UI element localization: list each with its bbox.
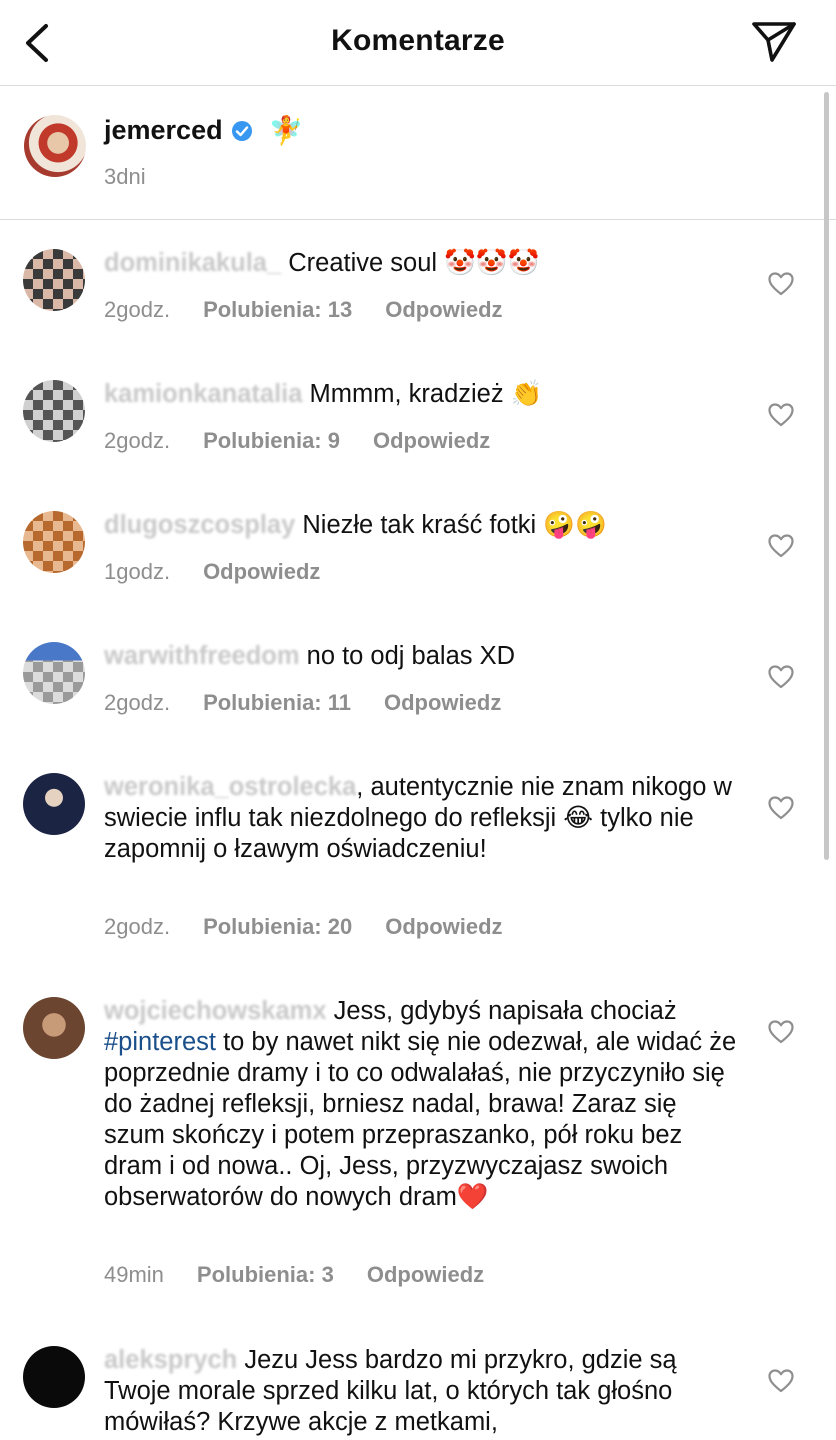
reply-button[interactable]: Odpowiedz [203,559,320,585]
reply-button[interactable]: Odpowiedz [367,1262,484,1288]
top-bar: Komentarze [0,0,836,86]
comment-username[interactable]: warwithfreedom [104,642,300,670]
comment-time: 2godz. [104,690,171,715]
comment-time: 49min [104,1262,164,1287]
comment-text: Mmmm, kradzież 👏 [302,380,543,408]
fairy-emoji: 🧚 [268,115,304,146]
avatar[interactable] [23,997,85,1059]
reply-button[interactable]: Odpowiedz [385,297,502,323]
comment: aleksprych Jezu Jess bardzo mi przykro, … [0,1317,836,1437]
avatar[interactable] [23,380,85,442]
heart-icon[interactable] [768,665,794,689]
comment-username[interactable]: weronika_ostrolecka [104,773,356,801]
comment: dlugoszcosplay Niezłe tak kraść fotki 🤪🤪… [0,482,836,613]
heart-icon[interactable] [768,403,794,427]
scrollbar[interactable] [824,92,829,860]
comment-text: Creative soul 🤡🤡🤡 [281,249,540,277]
comment-text: Jess, gdybyś napisała chociaż [326,997,677,1025]
likes-count[interactable]: Polubienia: 9 [203,428,340,454]
likes-count[interactable]: Polubienia: 3 [197,1262,334,1288]
comment-username[interactable]: kamionkanatalia [104,380,302,408]
likes-count[interactable]: Polubienia: 11 [203,690,351,716]
avatar[interactable] [23,511,85,573]
comment-time: 2godz. [104,297,171,322]
comment-time: 2godz. [104,428,171,453]
post-username[interactable]: jemerced [104,115,223,146]
comment-time: 1godz. [104,559,171,584]
heart-icon[interactable] [768,534,794,558]
verified-badge-icon [231,120,252,141]
paper-plane-icon[interactable] [750,20,798,64]
comment: weronika_ostrolecka, autentycznie nie zn… [0,744,836,968]
comment-text: no to odj balas XD [299,642,516,670]
heart-icon[interactable] [768,272,794,296]
hashtag-link[interactable]: #pinterest [104,1028,216,1056]
heart-icon[interactable] [768,1020,794,1044]
reply-button[interactable]: Odpowiedz [384,690,501,716]
comment: kamionkanatalia Mmmm, kradzież 👏 2godz. … [0,351,836,482]
comment: warwithfreedom no to odj balas XD 2godz.… [0,613,836,744]
avatar[interactable] [23,773,85,835]
avatar[interactable] [23,642,85,704]
avatar[interactable] [24,115,86,177]
comment: dominikakula_ Creative soul 🤡🤡🤡 2godz. P… [0,220,836,351]
comment-time: 2godz. [104,914,171,939]
likes-count[interactable]: Polubienia: 20 [203,914,352,940]
comment-username[interactable]: dominikakula_ [104,249,281,277]
heart-icon[interactable] [768,796,794,820]
post-time: 3dni [104,164,146,189]
comment-text: Niezłe tak kraść fotki 🤪🤪 [295,511,607,539]
heart-icon[interactable] [768,1369,794,1393]
likes-count[interactable]: Polubienia: 13 [203,297,352,323]
post-caption: jemerced 🧚 3dni [0,86,836,220]
page-title: Komentarze [331,24,505,57]
reply-button[interactable]: Odpowiedz [373,428,490,454]
comment-username[interactable]: aleksprych [104,1346,237,1374]
comment-username[interactable]: dlugoszcosplay [104,511,295,539]
comment-username[interactable]: wojciechowskamx [104,997,327,1025]
reply-button[interactable]: Odpowiedz [385,914,502,940]
comment-list: dominikakula_ Creative soul 🤡🤡🤡 2godz. P… [0,220,836,1437]
avatar[interactable] [23,249,85,311]
avatar[interactable] [23,1346,85,1408]
comment: wojciechowskamx Jess, gdybyś napisała ch… [0,968,836,1317]
